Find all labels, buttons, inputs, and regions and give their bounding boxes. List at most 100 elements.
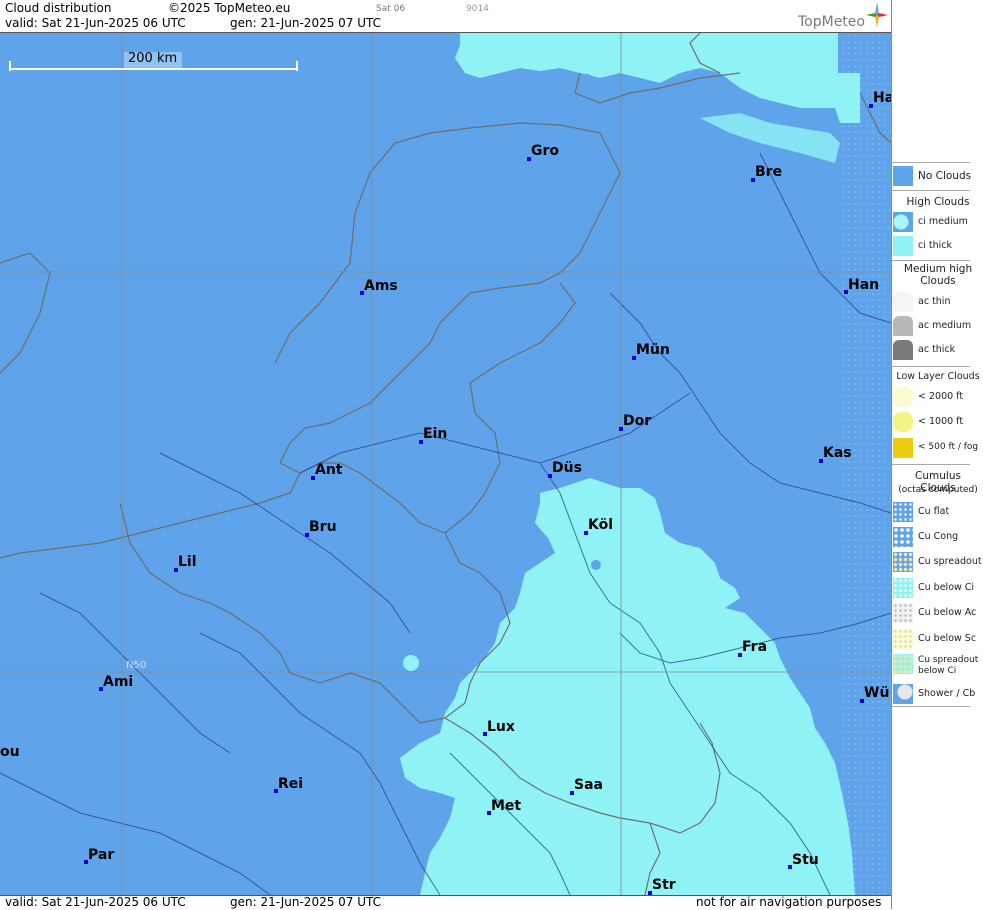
model-tag: Sat 06 <box>376 4 406 14</box>
map-layers <box>0 33 891 895</box>
footer-valid-time: valid: Sat 21-Jun-2025 06 UTC <box>5 895 186 909</box>
latitude-label: N50 <box>126 660 147 671</box>
city-label[interactable]: Kas <box>823 445 852 461</box>
legend-label: ci medium <box>918 216 968 227</box>
legend-row-cu-below-sc[interactable]: Cu below Sc <box>892 629 983 651</box>
legend-label: Cu flat <box>918 506 950 517</box>
city-label[interactable]: Ami <box>103 674 133 690</box>
legend-divider <box>892 366 970 367</box>
legend-label: ac medium <box>918 320 972 331</box>
cirrus-north-strip <box>700 113 840 163</box>
ci-thick-swatch <box>893 236 913 256</box>
legend-label: Shower / Cb <box>918 688 976 699</box>
city-label[interactable]: Lil <box>178 554 197 570</box>
legend-row-ci-medium[interactable]: ci medium <box>892 212 983 234</box>
cirrus-area-north <box>455 33 860 123</box>
city-label[interactable]: Ha <box>873 90 891 106</box>
legend-row-low-2000[interactable]: < 2000 ft <box>892 387 983 409</box>
legend-label: < 2000 ft <box>918 391 964 402</box>
copyright-text: ©2025 TopMeteo.eu <box>168 1 291 15</box>
legend-label: Cu spreadout <box>918 556 982 567</box>
cloud-map[interactable]: 200 km N50 Gro Bre Ha Ams Han Mün Ein Do… <box>0 33 891 895</box>
city-label[interactable]: Gro <box>531 143 559 159</box>
city-label[interactable]: Stu <box>792 852 819 868</box>
low-2000-swatch <box>893 387 913 407</box>
legend-label: Cu below Sc <box>918 633 977 644</box>
footer-gen-time: gen: 21-Jun-2025 07 UTC <box>230 895 382 909</box>
city-label[interactable]: Ant <box>315 462 343 478</box>
cirrus-blob <box>591 560 601 570</box>
legend-label: < 500 ft / fog <box>918 442 979 452</box>
legend-row-low-500[interactable]: < 500 ft / fog <box>892 438 983 460</box>
city-label[interactable]: Köl <box>588 517 613 533</box>
low-1000-swatch <box>893 412 913 432</box>
city-label[interactable]: Par <box>88 847 114 863</box>
ac-thick-swatch <box>893 340 913 360</box>
map-title: Cloud distribution <box>5 1 112 15</box>
city-label[interactable]: ou <box>0 744 20 760</box>
cirrus-blob <box>403 655 419 671</box>
cu-below-sc-swatch <box>893 629 913 649</box>
legend-row-cu-below-ac[interactable]: Cu below Ac <box>892 603 983 625</box>
legend-row-ac-thick[interactable]: ac thick <box>892 340 983 362</box>
legend-row-ac-medium[interactable]: ac medium <box>892 316 983 338</box>
ci-medium-swatch <box>893 212 913 232</box>
legend-row-cu-spread[interactable]: Cu spreadout <box>892 552 983 574</box>
legend-label: ac thick <box>918 344 956 355</box>
no-clouds-swatch <box>893 166 913 186</box>
legend-row-cu-below-ci[interactable]: Cu below Ci <box>892 578 983 600</box>
legend-row-cu-spread-below-ci[interactable]: Cu spreadout below Ci <box>892 654 983 682</box>
legend-divider <box>892 162 970 163</box>
ac-medium-swatch <box>893 316 913 336</box>
city-label[interactable]: Rei <box>278 776 303 792</box>
scale-label: 200 km <box>128 51 178 66</box>
compass-star-icon <box>866 2 888 28</box>
city-label[interactable]: Ams <box>364 278 398 294</box>
fog-swatch <box>893 438 913 458</box>
city-label[interactable]: Saa <box>574 777 603 793</box>
legend-subheading: (octas computed) <box>898 485 978 495</box>
legend-label: ci thick <box>918 240 952 251</box>
gen-time: gen: 21-Jun-2025 07 UTC <box>230 16 382 30</box>
map-footer: valid: Sat 21-Jun-2025 06 UTC gen: 21-Ju… <box>0 895 891 910</box>
city-label[interactable]: Dor <box>623 413 651 429</box>
city-label[interactable]: Düs <box>552 460 582 476</box>
sea-band <box>838 33 891 895</box>
city-label[interactable]: Bru <box>309 519 337 535</box>
legend-divider <box>892 706 970 707</box>
legend-row-no-clouds[interactable]: No Clouds <box>892 166 983 188</box>
legend-label: No Clouds <box>918 170 972 182</box>
legend-row-ci-thick[interactable]: ci thick <box>892 236 983 258</box>
legend-row-cu-flat[interactable]: Cu flat <box>892 502 983 524</box>
cu-spread-swatch <box>893 552 913 572</box>
city-label[interactable]: Lux <box>487 719 515 735</box>
shower-cb-swatch <box>893 684 913 704</box>
city-label[interactable]: Mün <box>636 342 670 358</box>
city-label[interactable]: Fra <box>742 639 767 655</box>
legend-panel: No Clouds High Clouds ci medium ci thick… <box>891 0 983 909</box>
cu-below-ac-swatch <box>893 603 913 623</box>
city-label[interactable]: Ein <box>423 426 447 442</box>
city-label[interactable]: Wü <box>864 685 889 701</box>
cu-cong-swatch <box>893 527 913 547</box>
city-label[interactable]: Bre <box>755 164 782 180</box>
legend-row-shower[interactable]: Shower / Cb <box>892 684 983 706</box>
legend-label: ac thin <box>918 296 951 307</box>
cu-below-ci-swatch <box>893 578 913 598</box>
city-label[interactable]: Met <box>491 798 521 814</box>
city-label[interactable]: Han <box>848 277 879 293</box>
cu-spread-below-ci-swatch <box>893 654 913 674</box>
navigation-disclaimer: not for air navigation purposes <box>696 895 882 909</box>
legend-row-cu-cong[interactable]: Cu Cong <box>892 527 983 549</box>
legend-row-ac-thin[interactable]: ac thin <box>892 292 983 314</box>
legend-divider <box>892 464 970 465</box>
legend-label: Cu Cong <box>918 531 959 542</box>
cirrus-area-south <box>400 478 855 895</box>
legend-label: Cu spreadout below Ci <box>918 655 979 676</box>
city-label[interactable]: Str <box>652 877 676 893</box>
map-header: Cloud distribution ©2025 TopMeteo.eu Sat… <box>0 0 891 33</box>
legend-label: Cu below Ac <box>918 607 977 618</box>
ac-thin-swatch <box>893 292 913 312</box>
legend-row-low-1000[interactable]: < 1000 ft <box>892 412 983 434</box>
legend-divider <box>892 260 970 261</box>
